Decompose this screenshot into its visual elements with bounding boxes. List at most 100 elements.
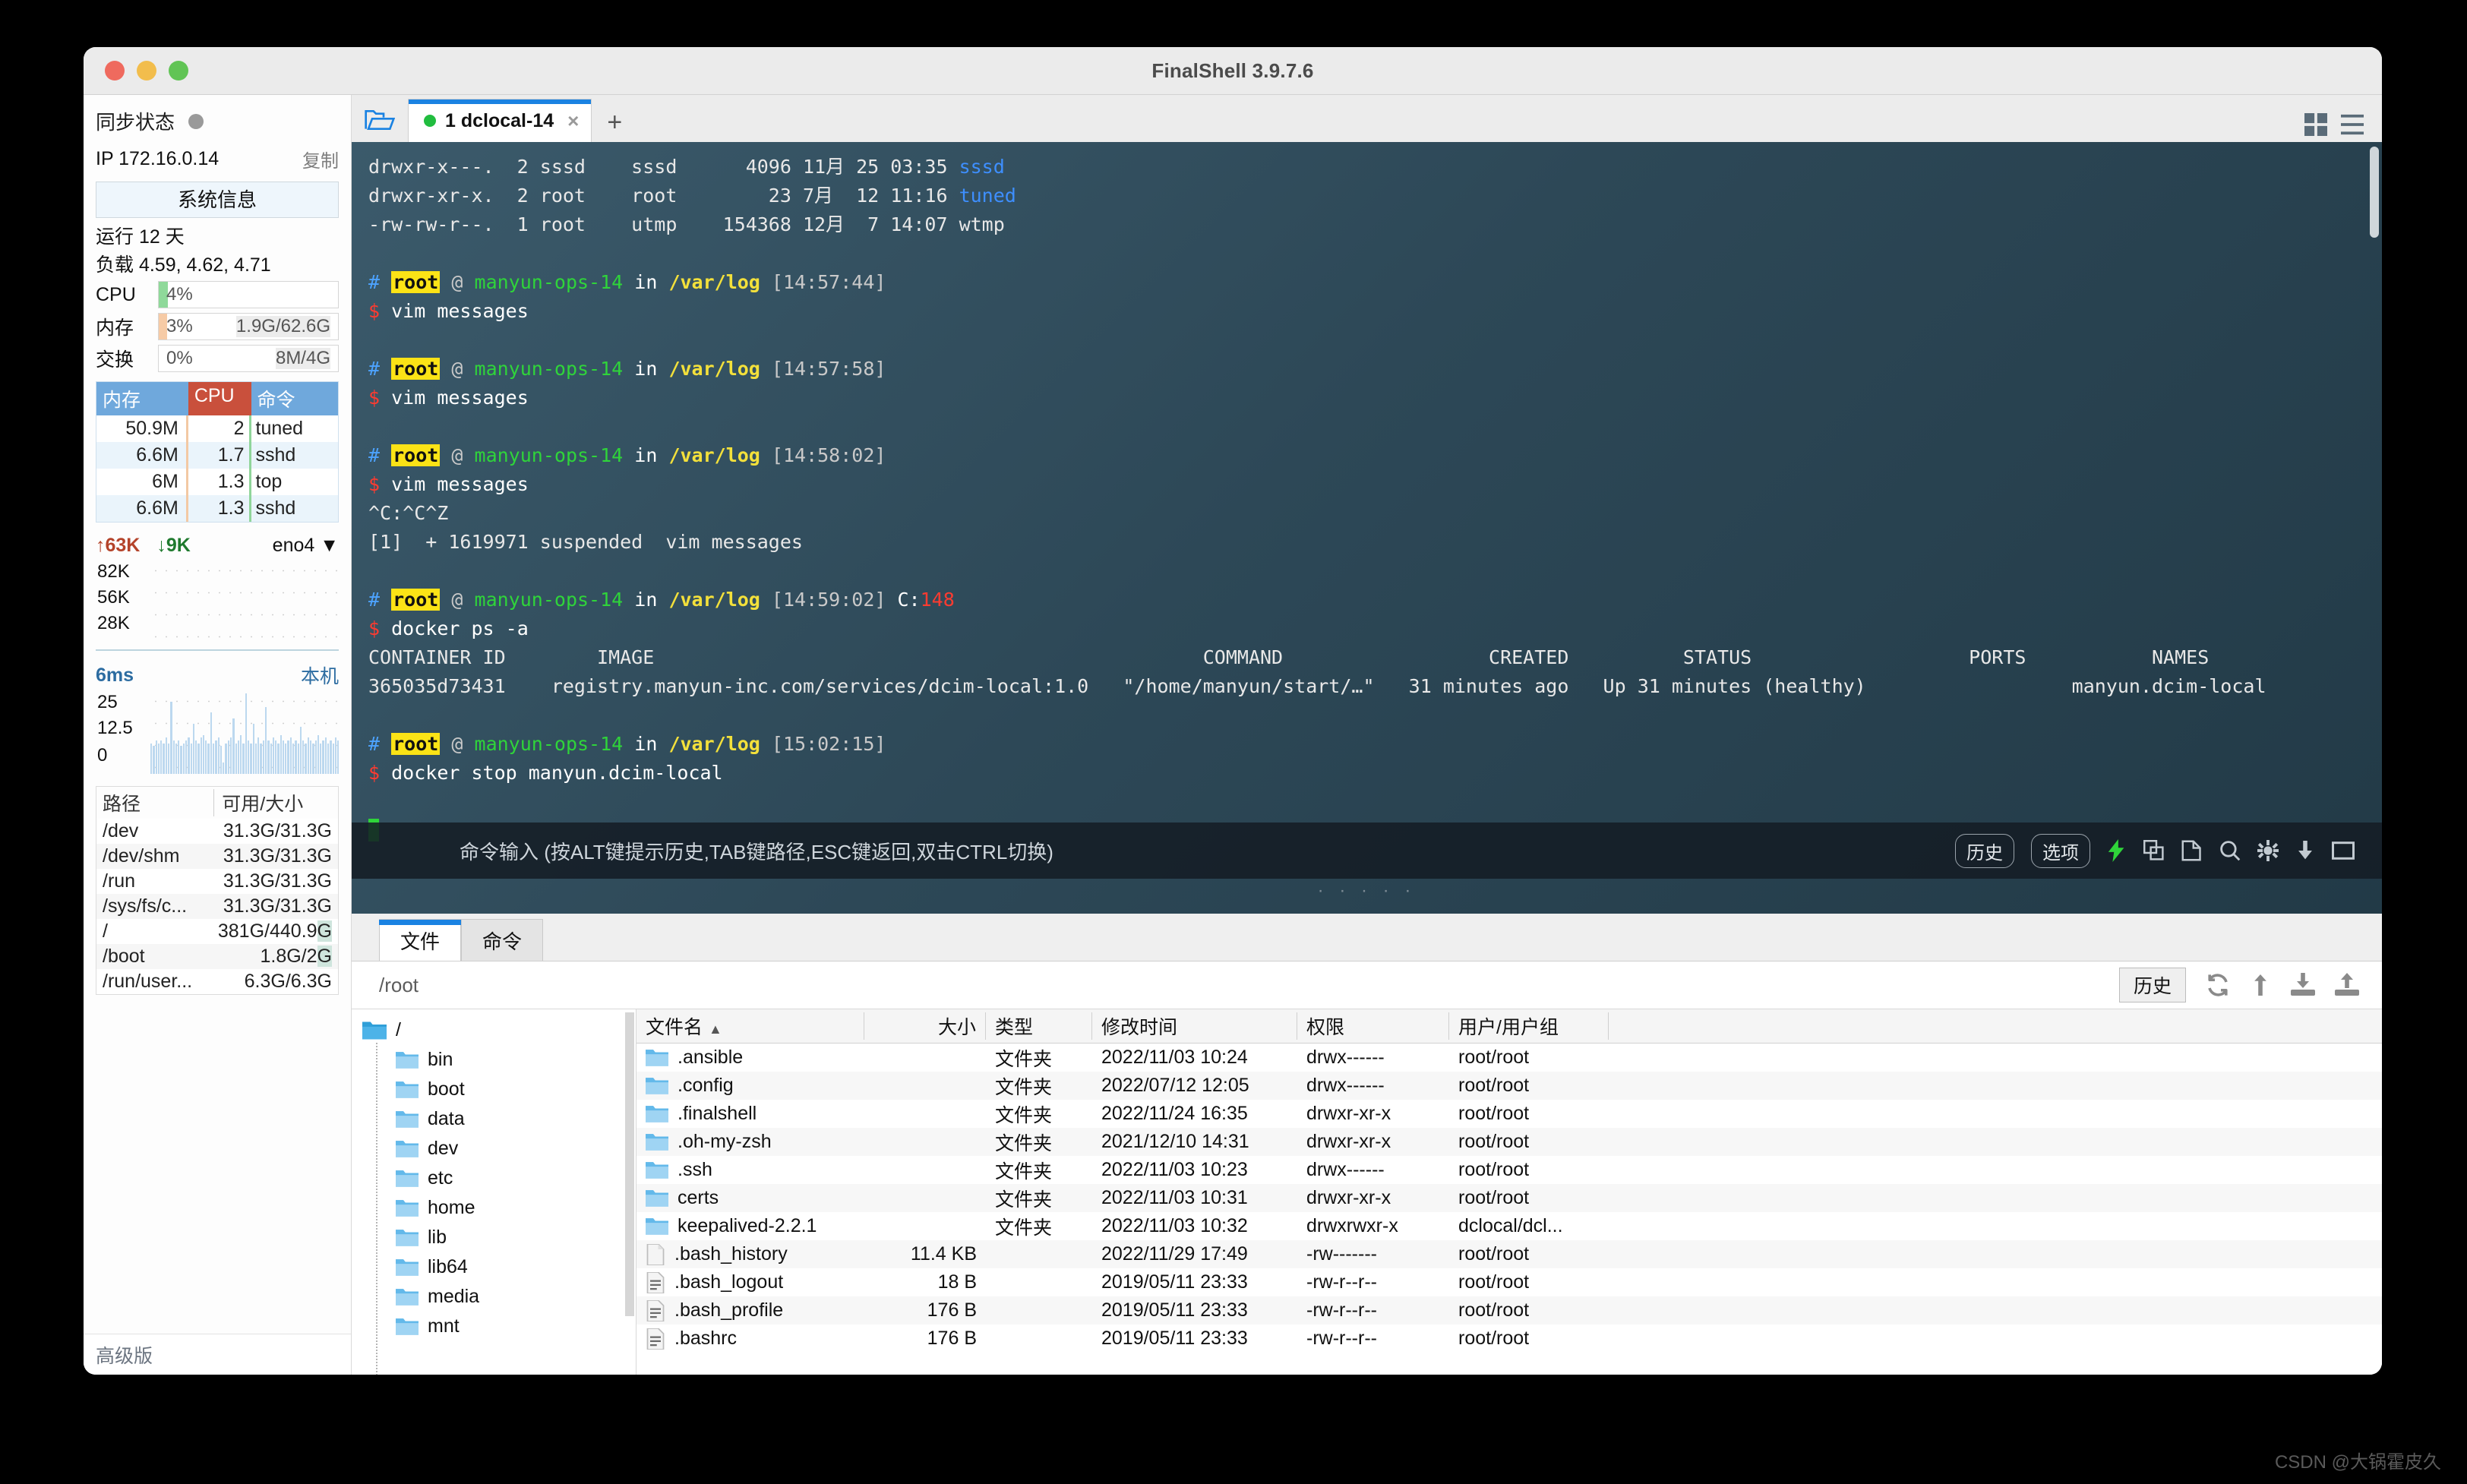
process-row[interactable]: 6M 1.3 top [96, 469, 338, 495]
file-row[interactable]: .config文件夹2022/07/12 12:05drwx------root… [636, 1072, 2382, 1100]
lightning-icon[interactable] [2107, 839, 2127, 862]
file-size: 176 B [864, 1299, 986, 1321]
terminal-prompt: # root @ manyun-ops-14 in /var/log [15:0… [368, 730, 2382, 759]
tree-item-dev[interactable]: dev [362, 1134, 636, 1164]
tree-item-lib64[interactable]: lib64 [362, 1252, 636, 1282]
open-folder-button[interactable] [352, 98, 408, 142]
session-tab-dclocal-14[interactable]: 1 dclocal-14 × [408, 99, 592, 142]
current-path[interactable]: /root [379, 974, 419, 997]
close-tab-icon[interactable]: × [567, 109, 579, 133]
uptime-label: 运行 12 天 [96, 226, 339, 249]
command-input-bar[interactable]: 命令输入 (按ALT键提示历史,TAB键路径,ESC键返回,双击CTRL切换) … [352, 823, 2382, 879]
command-options-button[interactable]: 选项 [2031, 834, 2090, 868]
tree-item-bin[interactable]: bin [362, 1045, 636, 1075]
disk-row[interactable]: /boot1.8G/2G [96, 944, 338, 969]
disk-row[interactable]: /dev31.3G/31.3G [96, 819, 338, 844]
tree-item-lib[interactable]: lib [362, 1223, 636, 1252]
file-row[interactable]: .oh-my-zsh文件夹2021/12/10 14:31drwxr-xr-xr… [636, 1128, 2382, 1156]
disk-row[interactable]: /dev/shm31.3G/31.3G [96, 844, 338, 869]
file-header-permissions[interactable]: 权限 [1297, 1012, 1449, 1040]
process-row[interactable]: 50.9M 2 tuned [96, 415, 338, 442]
paste-icon[interactable] [2181, 839, 2203, 862]
parent-dir-icon[interactable] [2250, 973, 2271, 997]
file-history-button[interactable]: 历史 [2119, 968, 2186, 1002]
latency-bar [327, 744, 329, 774]
disk-row[interactable]: /run/user...6.3G/6.3G [96, 969, 338, 994]
terminal-panel[interactable]: drwxr-x---. 2 sssd sssd 4096 11月 25 03:3… [352, 142, 2382, 914]
disk-usage-table[interactable]: 路径 可用/大小 /dev31.3G/31.3G/dev/shm31.3G/31… [96, 786, 339, 995]
latency-bar [195, 740, 197, 774]
latency-bar [215, 740, 216, 774]
tree-item-root[interactable]: / [362, 1015, 636, 1045]
file-row[interactable]: .finalshell文件夹2022/11/24 16:35drwxr-xr-x… [636, 1100, 2382, 1128]
tree-item-home[interactable]: home [362, 1193, 636, 1223]
disk-header-size[interactable]: 可用/大小 [214, 789, 338, 816]
search-icon[interactable] [2219, 839, 2241, 862]
copy-icon[interactable] [2143, 839, 2165, 862]
file-header-owner[interactable]: 用户/用户组 [1449, 1012, 1609, 1040]
tree-item-data[interactable]: data [362, 1104, 636, 1134]
new-tab-button[interactable]: + [592, 108, 637, 142]
swap-meter-value: 0% [166, 348, 193, 369]
refresh-icon[interactable] [2206, 973, 2230, 997]
latency-bar [292, 744, 294, 774]
system-info-button[interactable]: 系统信息 [96, 182, 339, 218]
file-type: 文件夹 [986, 1129, 1092, 1156]
latency-bar [183, 744, 185, 774]
process-row[interactable]: 6.6M 1.7 sshd [96, 442, 338, 469]
file-row[interactable]: .ssh文件夹2022/11/03 10:23drwx------root/ro… [636, 1156, 2382, 1184]
file-header-type[interactable]: 类型 [986, 1012, 1092, 1040]
folder-icon [396, 1317, 419, 1337]
file-name-cell: .bash_history [636, 1243, 864, 1265]
file-row[interactable]: .bash_history11.4 KB2022/11/29 17:49-rw-… [636, 1240, 2382, 1268]
file-row[interactable]: .bash_logout18 B2019/05/11 23:33-rw-r--r… [636, 1268, 2382, 1296]
latency-bar [158, 744, 160, 774]
tree-item-boot[interactable]: boot [362, 1075, 636, 1104]
terminal-scrollbar-thumb-top[interactable] [2370, 147, 2379, 238]
process-header-cpu[interactable]: CPU [188, 382, 251, 415]
tab-files[interactable]: 文件 [379, 919, 461, 961]
file-permissions: drwxr-xr-x [1297, 1187, 1449, 1209]
file-row[interactable]: certs文件夹2022/11/03 10:31drwxr-xr-xroot/r… [636, 1184, 2382, 1212]
latency-chart: 25 12.5 0 [96, 690, 339, 774]
folder-icon [396, 1287, 419, 1307]
file-header-size[interactable]: 大小 [864, 1012, 986, 1040]
file-row[interactable]: .bashrc176 B2019/05/11 23:33-rw-r--r--ro… [636, 1325, 2382, 1353]
tree-item-mnt[interactable]: mnt [362, 1312, 636, 1341]
swap-meter: 0% 8M/4G [158, 345, 339, 372]
file-row[interactable]: .ansible文件夹2022/11/03 10:24drwx------roo… [636, 1044, 2382, 1072]
latency-target-label: 本机 [301, 661, 339, 689]
process-row[interactable]: 6.6M 1.3 sshd [96, 495, 338, 522]
disk-row[interactable]: /run31.3G/31.3G [96, 869, 338, 894]
gear-icon[interactable] [2257, 839, 2279, 862]
disk-row[interactable]: /381G/440.9G [96, 919, 338, 944]
directory-tree[interactable]: /binbootdatadevetchomeliblib64mediamnt [352, 1009, 636, 1375]
session-tab-label: 1 dclocal-14 [445, 110, 554, 132]
process-header-command[interactable]: 命令 [251, 382, 339, 415]
file-header-name[interactable]: 文件名▲ [636, 1012, 864, 1040]
process-header-memory[interactable]: 内存 [96, 382, 188, 415]
command-history-button[interactable]: 历史 [1955, 834, 2014, 868]
window-icon[interactable] [2332, 839, 2355, 862]
panel-resize-handle[interactable]: · · · · · [352, 880, 2382, 901]
upload-icon[interactable] [2335, 973, 2359, 997]
process-table[interactable]: 内存 CPU 命令 50.9M 2 tuned 6.6M 1.7 sshd 6M… [96, 381, 339, 523]
latency-bar [235, 744, 237, 774]
download-icon[interactable] [2295, 839, 2315, 862]
file-row[interactable]: keepalived-2.2.1文件夹2022/11/03 10:32drwxr… [636, 1212, 2382, 1240]
tree-scrollbar[interactable] [625, 1012, 634, 1316]
disk-header-path[interactable]: 路径 [96, 789, 214, 816]
file-icon [646, 1244, 665, 1265]
network-interface-selector[interactable]: eno4 ▼ [273, 535, 339, 557]
download-icon[interactable] [2291, 973, 2315, 997]
tree-item-etc[interactable]: etc [362, 1164, 636, 1193]
disk-row[interactable]: /sys/fs/c...31.3G/31.3G [96, 894, 338, 919]
copy-ip-button[interactable]: 复制 [302, 146, 339, 172]
file-header-mtime[interactable]: 修改时间 [1092, 1012, 1297, 1040]
file-name: .bashrc [674, 1328, 737, 1350]
grid-layout-icon[interactable] [2304, 113, 2327, 136]
file-row[interactable]: .bash_profile176 B2019/05/11 23:33-rw-r-… [636, 1296, 2382, 1325]
tab-commands[interactable]: 命令 [461, 919, 543, 961]
menu-icon[interactable] [2341, 113, 2364, 136]
tree-item-media[interactable]: media [362, 1282, 636, 1312]
